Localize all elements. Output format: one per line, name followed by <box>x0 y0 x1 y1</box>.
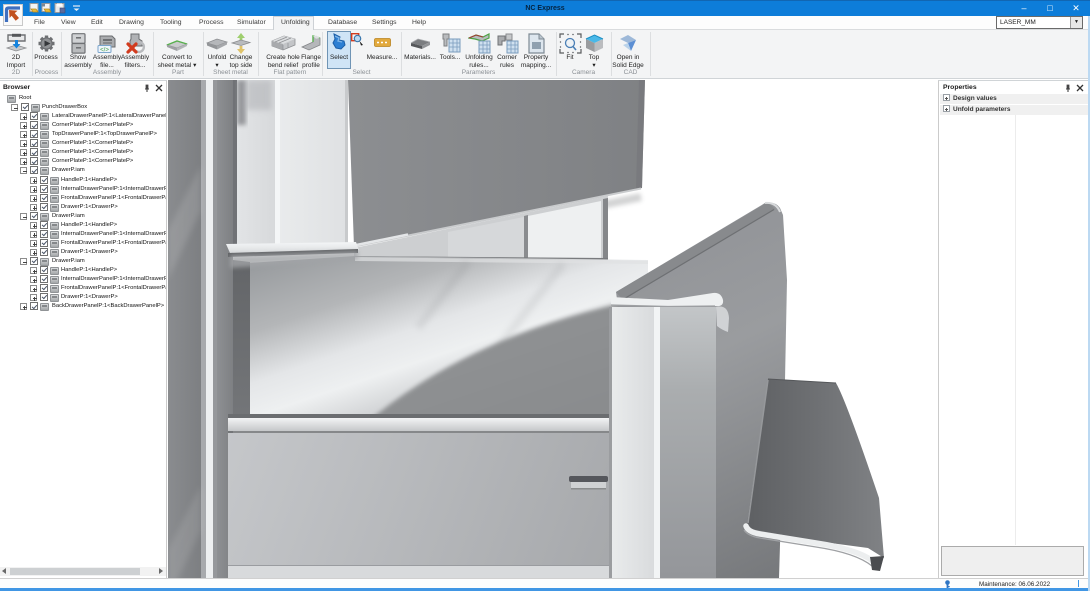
svg-text:</>: </> <box>100 47 109 53</box>
